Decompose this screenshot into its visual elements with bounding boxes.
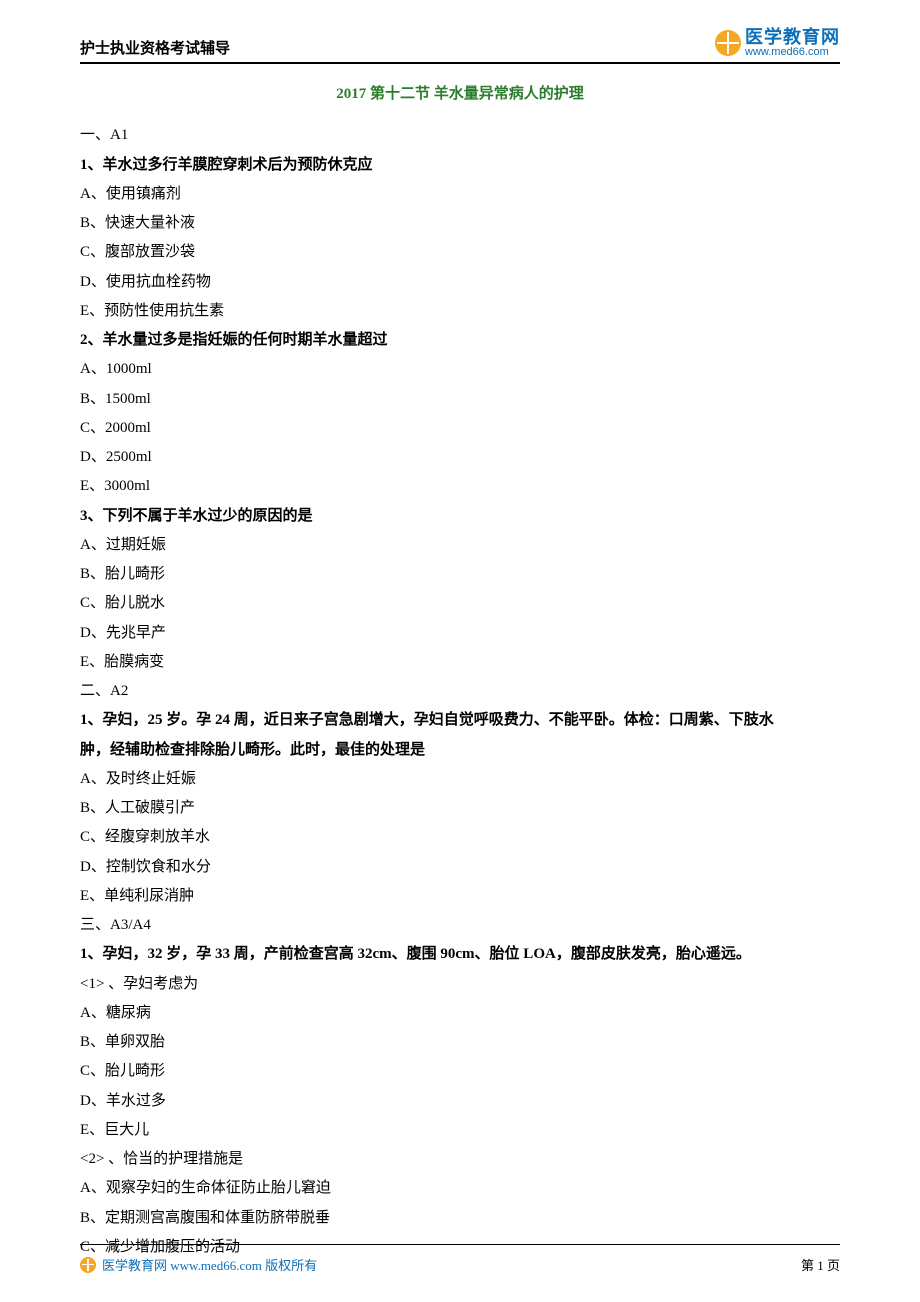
header-title: 护士执业资格考试辅导 <box>80 37 230 58</box>
a3-q1-sub1-e: E、巨大儿 <box>80 1116 840 1145</box>
a3-q1-sub2-label: <2> 、恰当的护理措施是 <box>80 1145 840 1174</box>
footer-logo-icon <box>80 1257 96 1273</box>
page-header: 护士执业资格考试辅导 医学教育网 www.med66.com <box>80 28 840 64</box>
a3-q1-sub2-b: B、定期测宫高腹围和体重防脐带脱垂 <box>80 1204 840 1233</box>
footer-text: 医学教育网 www.med66.com 版权所有 <box>102 1255 317 1274</box>
site-logo: 医学教育网 www.med66.com <box>715 28 840 58</box>
a2-q1-opt-c: C、经腹穿刺放羊水 <box>80 823 840 852</box>
a3-q1-sub1-d: D、羊水过多 <box>80 1087 840 1116</box>
page-number: 第 1 页 <box>801 1255 840 1274</box>
page-footer: 医学教育网 www.med66.com 版权所有 第 1 页 <box>80 1244 840 1274</box>
footer-copyright: 医学教育网 www.med66.com 版权所有 <box>80 1255 317 1274</box>
a3-q1-sub1-a: A、糖尿病 <box>80 999 840 1028</box>
a3-q1-sub1-c: C、胎儿畸形 <box>80 1057 840 1086</box>
q2-opt-c: C、2000ml <box>80 414 840 443</box>
footer-divider <box>80 1244 840 1245</box>
section-a2-heading: 二、A2 <box>80 677 840 706</box>
document-title: 2017 第十二节 羊水量异常病人的护理 <box>80 82 840 103</box>
q3-opt-d: D、先兆早产 <box>80 619 840 648</box>
a2-q1-stem-line1: 1、孕妇，25 岁。孕 24 周，近日来子宫急剧增大，孕妇自觉呼吸费力、不能平卧… <box>80 706 840 735</box>
logo-url-text: www.med66.com <box>745 47 840 59</box>
q2-opt-d: D、2500ml <box>80 443 840 472</box>
q2-opt-e: E、3000ml <box>80 472 840 501</box>
q1-opt-b: B、快速大量补液 <box>80 209 840 238</box>
a2-q1-stem-line2: 肿，经辅助检查排除胎儿畸形。此时，最佳的处理是 <box>80 736 840 765</box>
section-a1-heading: 一、A1 <box>80 121 840 150</box>
a2-q1-opt-d: D、控制饮食和水分 <box>80 853 840 882</box>
q2-opt-b: B、1500ml <box>80 385 840 414</box>
q3-opt-e: E、胎膜病变 <box>80 648 840 677</box>
q3-opt-c: C、胎儿脱水 <box>80 589 840 618</box>
a2-q1-opt-a: A、及时终止妊娠 <box>80 765 840 794</box>
a3-q1-sub1-label: <1> 、孕妇考虑为 <box>80 970 840 999</box>
a2-q1-opt-b: B、人工破膜引产 <box>80 794 840 823</box>
a2-q1-opt-e: E、单纯利尿消肿 <box>80 882 840 911</box>
q1-opt-d: D、使用抗血栓药物 <box>80 268 840 297</box>
q2-stem: 2、羊水量过多是指妊娠的任何时期羊水量超过 <box>80 326 840 355</box>
logo-cn-text: 医学教育网 <box>745 28 840 47</box>
q3-opt-b: B、胎儿畸形 <box>80 560 840 589</box>
a3-q1-sub2-a: A、观察孕妇的生命体征防止胎儿窘迫 <box>80 1174 840 1203</box>
q1-opt-a: A、使用镇痛剂 <box>80 180 840 209</box>
q1-opt-c: C、腹部放置沙袋 <box>80 238 840 267</box>
q3-opt-a: A、过期妊娠 <box>80 531 840 560</box>
logo-text: 医学教育网 www.med66.com <box>745 28 840 58</box>
q1-opt-e: E、预防性使用抗生素 <box>80 297 840 326</box>
a3-q1-stem: 1、孕妇，32 岁，孕 33 周，产前检查宫高 32cm、腹围 90cm、胎位 … <box>80 940 840 969</box>
section-a3a4-heading: 三、A3/A4 <box>80 911 840 940</box>
q2-opt-a: A、1000ml <box>80 355 840 384</box>
q1-stem: 1、羊水过多行羊膜腔穿刺术后为预防休克应 <box>80 151 840 180</box>
q3-stem: 3、下列不属于羊水过少的原因的是 <box>80 502 840 531</box>
logo-icon <box>715 30 741 56</box>
a3-q1-sub1-b: B、单卵双胎 <box>80 1028 840 1057</box>
